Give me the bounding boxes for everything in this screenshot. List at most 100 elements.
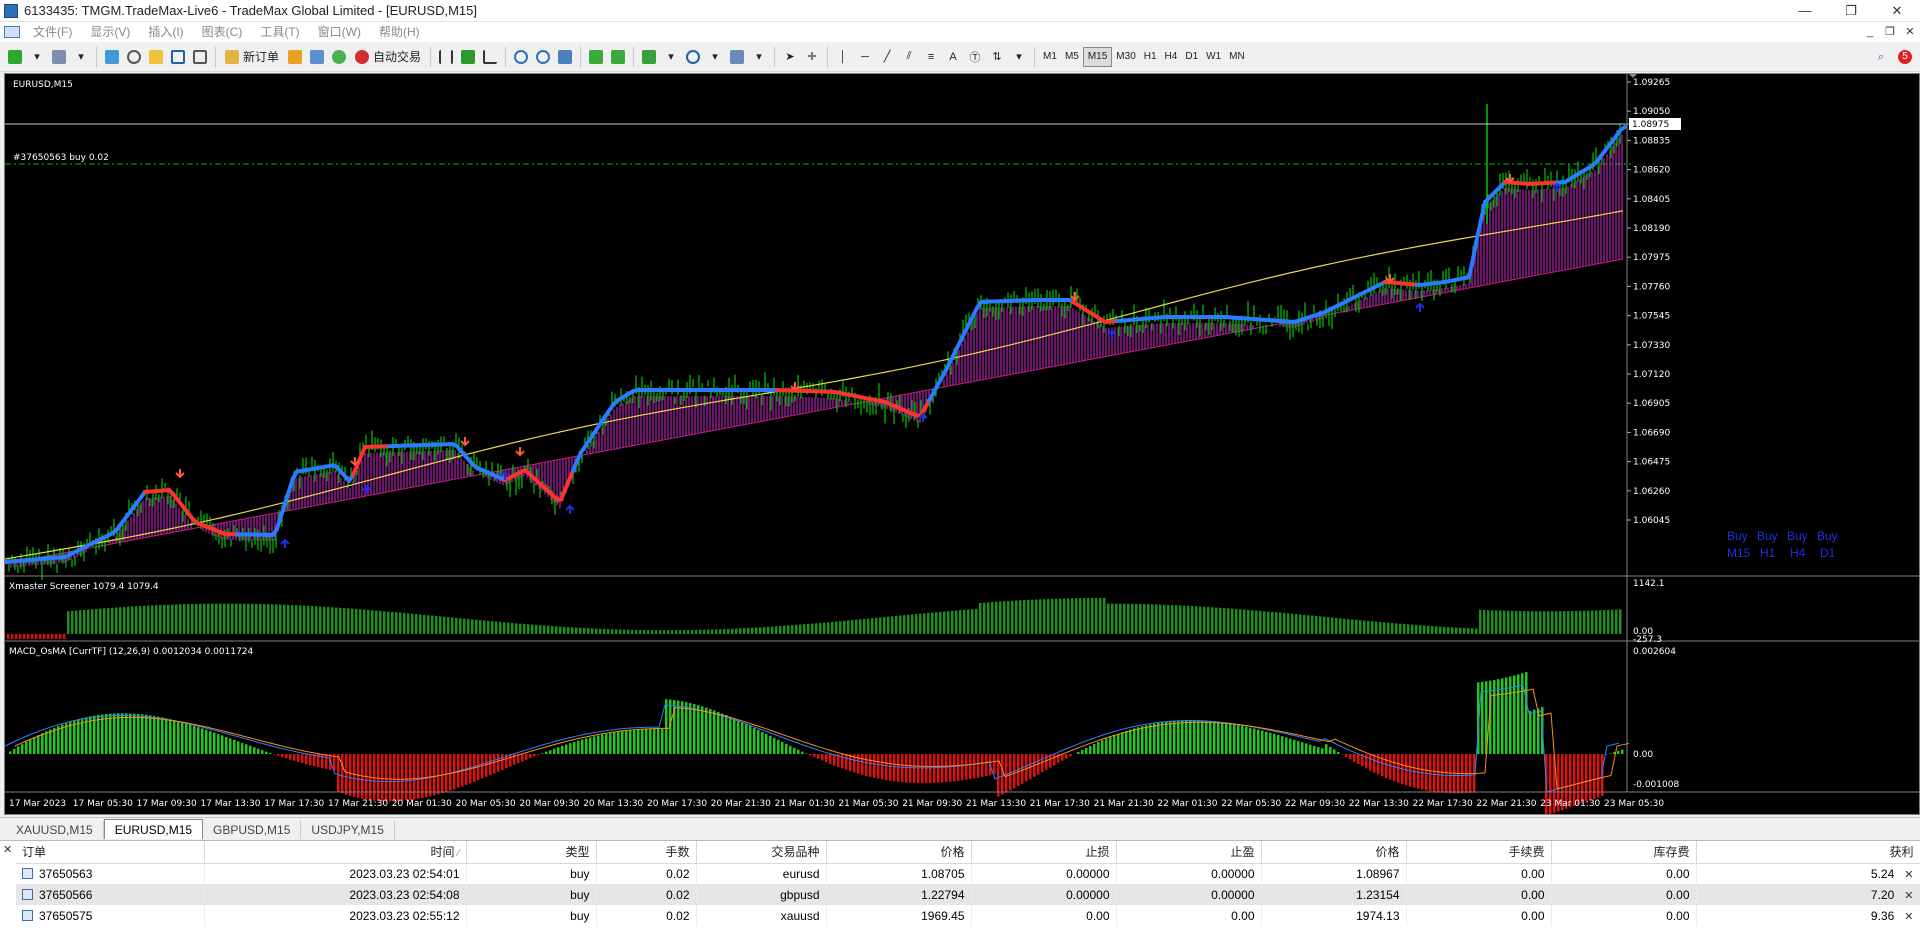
timeframe-m15[interactable]: M15 [1082,46,1113,67]
col-profit[interactable]: 获利 [1696,841,1920,864]
tp-cell[interactable]: 0.00000 [1116,863,1262,884]
screener-bar [935,612,938,634]
bar-chart-button[interactable] [436,46,456,68]
dropdown-arrow-icon[interactable]: ▾ [749,46,769,68]
tab-gbpusd[interactable]: GBPUSD,M15 [203,821,302,839]
text-label-button[interactable]: Ⓣ [965,46,985,68]
sl-cell[interactable]: 0.00000 [971,863,1117,884]
crosshair-button[interactable]: ✛ [802,46,822,68]
col-time[interactable]: 时间 ⁄ [204,841,467,864]
timeframe-h4[interactable]: H4 [1161,47,1182,67]
tab-usdjpy[interactable]: USDJPY,M15 [301,821,395,839]
mdi-close-button[interactable]: ✕ [1900,22,1920,42]
restore-button[interactable]: ❐ [1828,0,1874,22]
menu-help[interactable]: 帮助(H) [370,22,429,42]
menu-file[interactable]: 文件(F) [24,22,81,42]
minimize-button[interactable]: — [1782,0,1828,22]
zoom-in-button[interactable] [511,46,531,68]
close-button[interactable]: ✕ [1874,0,1920,22]
menu-charts[interactable]: 图表(C) [193,22,252,42]
menu-insert[interactable]: 插入(I) [139,22,192,42]
market-watch-button[interactable] [102,46,122,68]
timeframe-m30[interactable]: M30 [1112,47,1139,67]
timeframe-mn[interactable]: MN [1225,47,1249,67]
profiles-button[interactable] [49,46,69,68]
col-swap[interactable]: 库存费 [1551,841,1697,864]
notification-badge[interactable]: 5 [1898,50,1912,64]
auto-scroll-button[interactable] [586,46,606,68]
dropdown-arrow-icon[interactable]: ▾ [1009,46,1029,68]
price-tick-label: 1.09050 [1633,107,1670,117]
col-commission[interactable]: 手续费 [1406,841,1552,864]
meta-editor-button[interactable] [285,46,305,68]
timeframe-d1[interactable]: D1 [1181,47,1202,67]
chart-canvas[interactable]: 1.09265 1.09050 1.08835 1.08620 1.08405 1.081… [5,74,1919,814]
col-tp[interactable]: 止盈 [1116,841,1262,864]
table-row[interactable]: 37650566 2023.03.23 02:54:08 buy 0.02 gb… [16,884,1920,905]
chart-shift-button[interactable] [608,46,628,68]
new-chart-button[interactable] [5,46,25,68]
zoom-out-button[interactable] [533,46,553,68]
equidistant-channel-button[interactable]: ⫽ [899,46,919,68]
market-button[interactable] [329,46,349,68]
mdi-minimize-button[interactable]: _ [1860,22,1880,42]
terminal-button[interactable] [168,46,188,68]
screener-bar [751,627,754,634]
timeframe-m5[interactable]: M5 [1061,47,1083,67]
dropdown-arrow-icon[interactable]: ▾ [27,46,47,68]
macd-histogram-bar [1101,740,1104,754]
screener-bar [67,611,70,634]
col-open-price[interactable]: 价格 [826,841,972,864]
menu-view[interactable]: 显示(V) [81,22,139,42]
new-order-button[interactable]: 新订单 [221,46,283,68]
timeframe-m1[interactable]: M1 [1039,47,1061,67]
menu-window[interactable]: 窗口(W) [309,22,370,42]
close-position-icon[interactable]: ✕ [1904,869,1913,881]
tab-xauusd[interactable]: XAUUSD,M15 [6,821,104,839]
timeframe-w1[interactable]: W1 [1202,47,1225,67]
signals-button[interactable] [307,46,327,68]
mdi-restore-button[interactable]: ❐ [1880,22,1900,42]
col-order[interactable]: 订单 [16,841,205,864]
chart-window[interactable]: 1.09265 1.09050 1.08835 1.08620 1.08405 1.081… [4,73,1920,815]
sl-cell[interactable]: 0.00 [971,905,1117,926]
close-position-icon[interactable]: ✕ [1904,890,1913,902]
terminal-close-icon[interactable]: ✕ [3,843,12,856]
col-symbol[interactable]: 交易品种 [696,841,827,864]
fibonacci-button[interactable]: ≡ [921,46,941,68]
line-chart-button[interactable] [480,46,500,68]
navigator-button[interactable] [146,46,166,68]
data-window-button[interactable] [124,46,144,68]
horizontal-line-button[interactable]: ─ [855,46,875,68]
search-button[interactable]: ⌕ [1871,46,1891,68]
tp-cell[interactable]: 0.00 [1116,905,1262,926]
strategy-tester-button[interactable] [190,46,210,68]
periods-button[interactable] [683,46,703,68]
trendline-button[interactable]: ╱ [877,46,897,68]
col-sl[interactable]: 止损 [971,841,1117,864]
cursor-button[interactable]: ➤ [780,46,800,68]
menu-tools[interactable]: 工具(T) [251,22,308,42]
vertical-line-button[interactable]: │ [833,46,853,68]
table-row[interactable]: 37650575 2023.03.23 02:55:12 buy 0.02 xa… [16,905,1920,926]
arrows-button[interactable]: ⇅ [987,46,1007,68]
tp-cell[interactable]: 0.00000 [1116,884,1262,905]
dropdown-arrow-icon[interactable]: ▾ [705,46,725,68]
templates-button[interactable] [727,46,747,68]
timeframe-h1[interactable]: H1 [1140,47,1161,67]
tab-eurusd[interactable]: EURUSD,M15 [103,819,204,839]
mdi-chart-icon[interactable] [4,26,20,38]
close-position-icon[interactable]: ✕ [1904,911,1913,923]
col-lots[interactable]: 手数 [596,841,697,864]
tile-windows-button[interactable] [555,46,575,68]
col-type[interactable]: 类型 [466,841,597,864]
table-row[interactable]: 37650563 2023.03.23 02:54:01 buy 0.02 eu… [16,863,1920,884]
dropdown-arrow-icon[interactable]: ▾ [71,46,91,68]
text-button[interactable]: A [943,46,963,68]
sl-cell[interactable]: 0.00000 [971,884,1117,905]
indicators-button[interactable] [639,46,659,68]
auto-trading-button[interactable]: 自动交易 [351,46,425,68]
candle-chart-button[interactable] [458,46,478,68]
col-current-price[interactable]: 价格 [1261,841,1407,864]
dropdown-arrow-icon[interactable]: ▾ [661,46,681,68]
